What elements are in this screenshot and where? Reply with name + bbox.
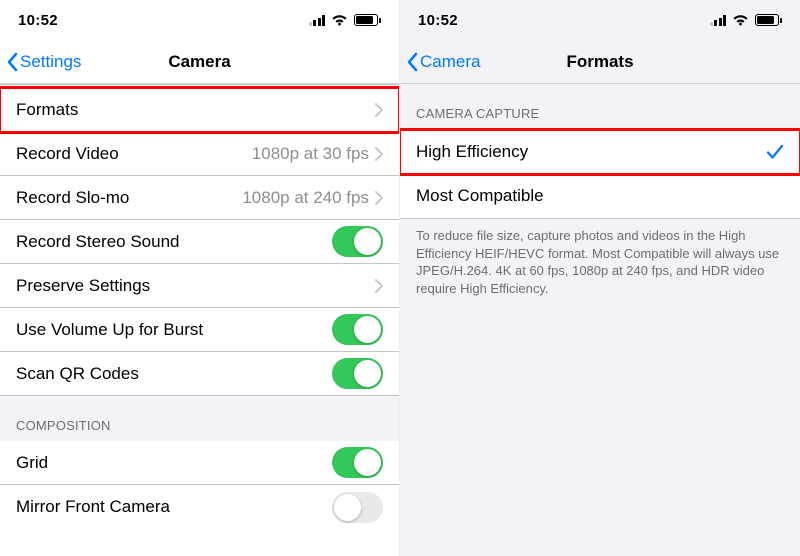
camera-settings-pane: 10:52 Settings Camera Formats Record Vid…	[0, 0, 400, 556]
stereo-toggle[interactable]	[332, 226, 383, 257]
chevron-right-icon	[375, 191, 383, 205]
mirror-front-toggle[interactable]	[332, 492, 383, 523]
row-label: Scan QR Codes	[16, 364, 139, 384]
row-label: Preserve Settings	[16, 276, 150, 296]
most-compatible-row[interactable]: Most Compatible	[400, 174, 800, 218]
composition-header: COMPOSITION	[0, 396, 399, 441]
row-label: Grid	[16, 453, 48, 473]
status-icons	[710, 14, 783, 26]
row-detail: 1080p at 30 fps	[252, 144, 375, 164]
row-label: Record Video	[16, 144, 119, 164]
row-label: Mirror Front Camera	[16, 497, 170, 517]
chevron-right-icon	[375, 103, 383, 117]
status-time: 10:52	[418, 12, 458, 29]
nav-title: Camera	[168, 52, 230, 72]
section-footer: To reduce file size, capture photos and …	[400, 219, 800, 317]
battery-icon	[354, 14, 381, 26]
back-label: Settings	[20, 52, 81, 72]
wifi-icon	[732, 14, 749, 26]
back-button[interactable]: Settings	[6, 40, 81, 83]
grid-toggle[interactable]	[332, 447, 383, 478]
volume-burst-toggle[interactable]	[332, 314, 383, 345]
status-icons	[309, 14, 382, 26]
battery-icon	[755, 14, 782, 26]
row-label: Formats	[16, 100, 78, 120]
row-label: Record Slo-mo	[16, 188, 129, 208]
cellular-icon	[710, 14, 727, 26]
record-video-row[interactable]: Record Video 1080p at 30 fps	[0, 132, 399, 176]
row-detail: 1080p at 240 fps	[242, 188, 375, 208]
cellular-icon	[309, 14, 326, 26]
status-bar: 10:52	[0, 0, 399, 40]
high-efficiency-row[interactable]: High Efficiency	[400, 130, 800, 174]
nav-bar: Settings Camera	[0, 40, 399, 84]
back-button[interactable]: Camera	[406, 40, 480, 83]
checkmark-icon	[766, 144, 784, 160]
scan-qr-toggle[interactable]	[332, 358, 383, 389]
nav-title: Formats	[566, 52, 633, 72]
camera-capture-header: CAMERA CAPTURE	[400, 84, 800, 129]
back-chevron-icon	[6, 52, 18, 72]
record-slomo-row[interactable]: Record Slo-mo 1080p at 240 fps	[0, 176, 399, 220]
chevron-right-icon	[375, 279, 383, 293]
mirror-front-row[interactable]: Mirror Front Camera	[0, 485, 399, 529]
volume-burst-row[interactable]: Use Volume Up for Burst	[0, 308, 399, 352]
grid-row[interactable]: Grid	[0, 441, 399, 485]
nav-bar: Camera Formats	[400, 40, 800, 84]
wifi-icon	[331, 14, 348, 26]
row-label: Record Stereo Sound	[16, 232, 180, 252]
back-chevron-icon	[406, 52, 418, 72]
back-label: Camera	[420, 52, 480, 72]
scan-qr-row[interactable]: Scan QR Codes	[0, 352, 399, 396]
preserve-settings-row[interactable]: Preserve Settings	[0, 264, 399, 308]
status-time: 10:52	[18, 12, 58, 29]
formats-pane: 10:52 Camera Formats CAMERA CAPTURE High…	[400, 0, 800, 556]
chevron-right-icon	[375, 147, 383, 161]
row-label: High Efficiency	[416, 142, 528, 162]
row-label: Use Volume Up for Burst	[16, 320, 203, 340]
stereo-row[interactable]: Record Stereo Sound	[0, 220, 399, 264]
formats-row[interactable]: Formats	[0, 88, 399, 132]
status-bar: 10:52	[400, 0, 800, 40]
row-label: Most Compatible	[416, 186, 544, 206]
